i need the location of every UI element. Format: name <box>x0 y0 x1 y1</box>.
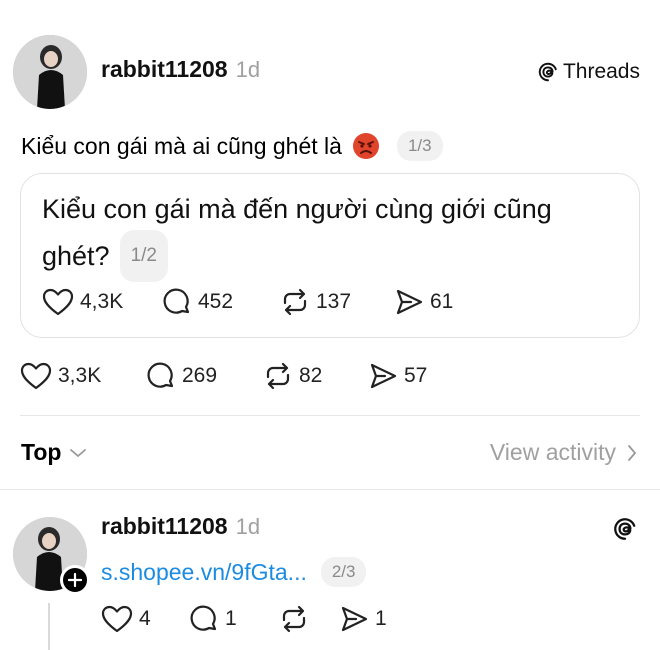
reply-repost-button[interactable] <box>279 604 339 634</box>
chevron-right-icon <box>628 444 637 461</box>
quoted-page-indicator: 1/2 <box>119 230 168 282</box>
heart-icon <box>42 288 74 316</box>
chevron-down-icon <box>70 448 87 457</box>
thread-line <box>48 603 50 650</box>
view-activity-label: View activity <box>489 439 616 465</box>
share-button[interactable]: 57 <box>368 361 427 391</box>
share-icon <box>370 363 397 389</box>
quoted-like-count: 4,3K <box>80 290 124 313</box>
repost-count: 82 <box>299 364 323 387</box>
sort-label: Top <box>21 439 62 465</box>
quoted-post[interactable]: Kiểu con gái mà đến người cùng giới cũng… <box>20 173 640 338</box>
quoted-comment-count: 452 <box>198 290 234 313</box>
quoted-text-line2: ghét? <box>42 241 110 271</box>
divider <box>20 415 640 416</box>
quoted-comment-button[interactable]: 452 <box>162 287 280 317</box>
thread-page-indicator: 1/3 <box>396 131 443 161</box>
quoted-repost-count: 137 <box>316 290 352 313</box>
quoted-repost-button[interactable]: 137 <box>280 287 394 317</box>
follow-button[interactable] <box>60 565 90 595</box>
reply-share-count: 1 <box>375 607 387 630</box>
heart-icon <box>20 362 52 390</box>
post-text: Kiểu con gái mà ai cũng ghét là <box>21 132 342 159</box>
username[interactable]: rabbit11208 <box>101 56 228 82</box>
repost-button[interactable]: 82 <box>263 361 368 391</box>
reply-comment-button[interactable]: 1 <box>189 604 279 634</box>
post-time: 1d <box>235 57 261 82</box>
share-count: 57 <box>404 364 428 387</box>
threads-icon <box>614 518 636 540</box>
reply-like-button[interactable]: 4 <box>101 604 189 634</box>
avatar[interactable] <box>13 35 87 109</box>
avatar-photo <box>13 35 87 109</box>
share-icon <box>396 289 423 315</box>
sort-dropdown[interactable]: Top <box>21 439 87 466</box>
quoted-like-button[interactable]: 4,3K <box>42 287 162 317</box>
repost-icon <box>282 605 306 633</box>
comment-icon <box>190 605 217 631</box>
reply-share-button[interactable]: 1 <box>339 604 387 634</box>
angry-emoji <box>352 132 380 160</box>
reply-comment-count: 1 <box>225 607 237 630</box>
repost-icon <box>266 362 290 390</box>
like-button[interactable]: 3,3K <box>20 361 146 391</box>
comment-count: 269 <box>182 364 218 387</box>
quoted-share-count: 61 <box>430 290 454 313</box>
quoted-share-button[interactable]: 61 <box>394 287 453 317</box>
reply-like-count: 4 <box>139 607 151 630</box>
view-activity-link[interactable]: View activity <box>490 439 638 466</box>
share-icon <box>341 606 368 632</box>
reply-username[interactable]: rabbit11208 <box>101 513 228 539</box>
divider <box>0 489 660 490</box>
comment-icon <box>147 362 174 388</box>
reply-time: 1d <box>235 514 261 539</box>
threads-icon-button[interactable] <box>612 516 638 547</box>
repost-icon <box>283 288 307 316</box>
like-count: 3,3K <box>58 364 102 387</box>
shopee-link[interactable]: s.shopee.vn/9fGta... <box>101 559 307 586</box>
threads-brand[interactable]: Threads <box>537 60 640 84</box>
plus-icon <box>68 573 82 587</box>
comment-button[interactable]: 269 <box>146 361 263 391</box>
comment-icon <box>163 288 190 314</box>
threads-label: Threads <box>562 60 640 83</box>
reply-page-indicator: 2/3 <box>320 557 367 587</box>
threads-icon <box>538 62 557 82</box>
quoted-text-line1: Kiểu con gái mà đến người cùng giới cũng <box>42 194 552 224</box>
heart-icon <box>101 605 133 633</box>
